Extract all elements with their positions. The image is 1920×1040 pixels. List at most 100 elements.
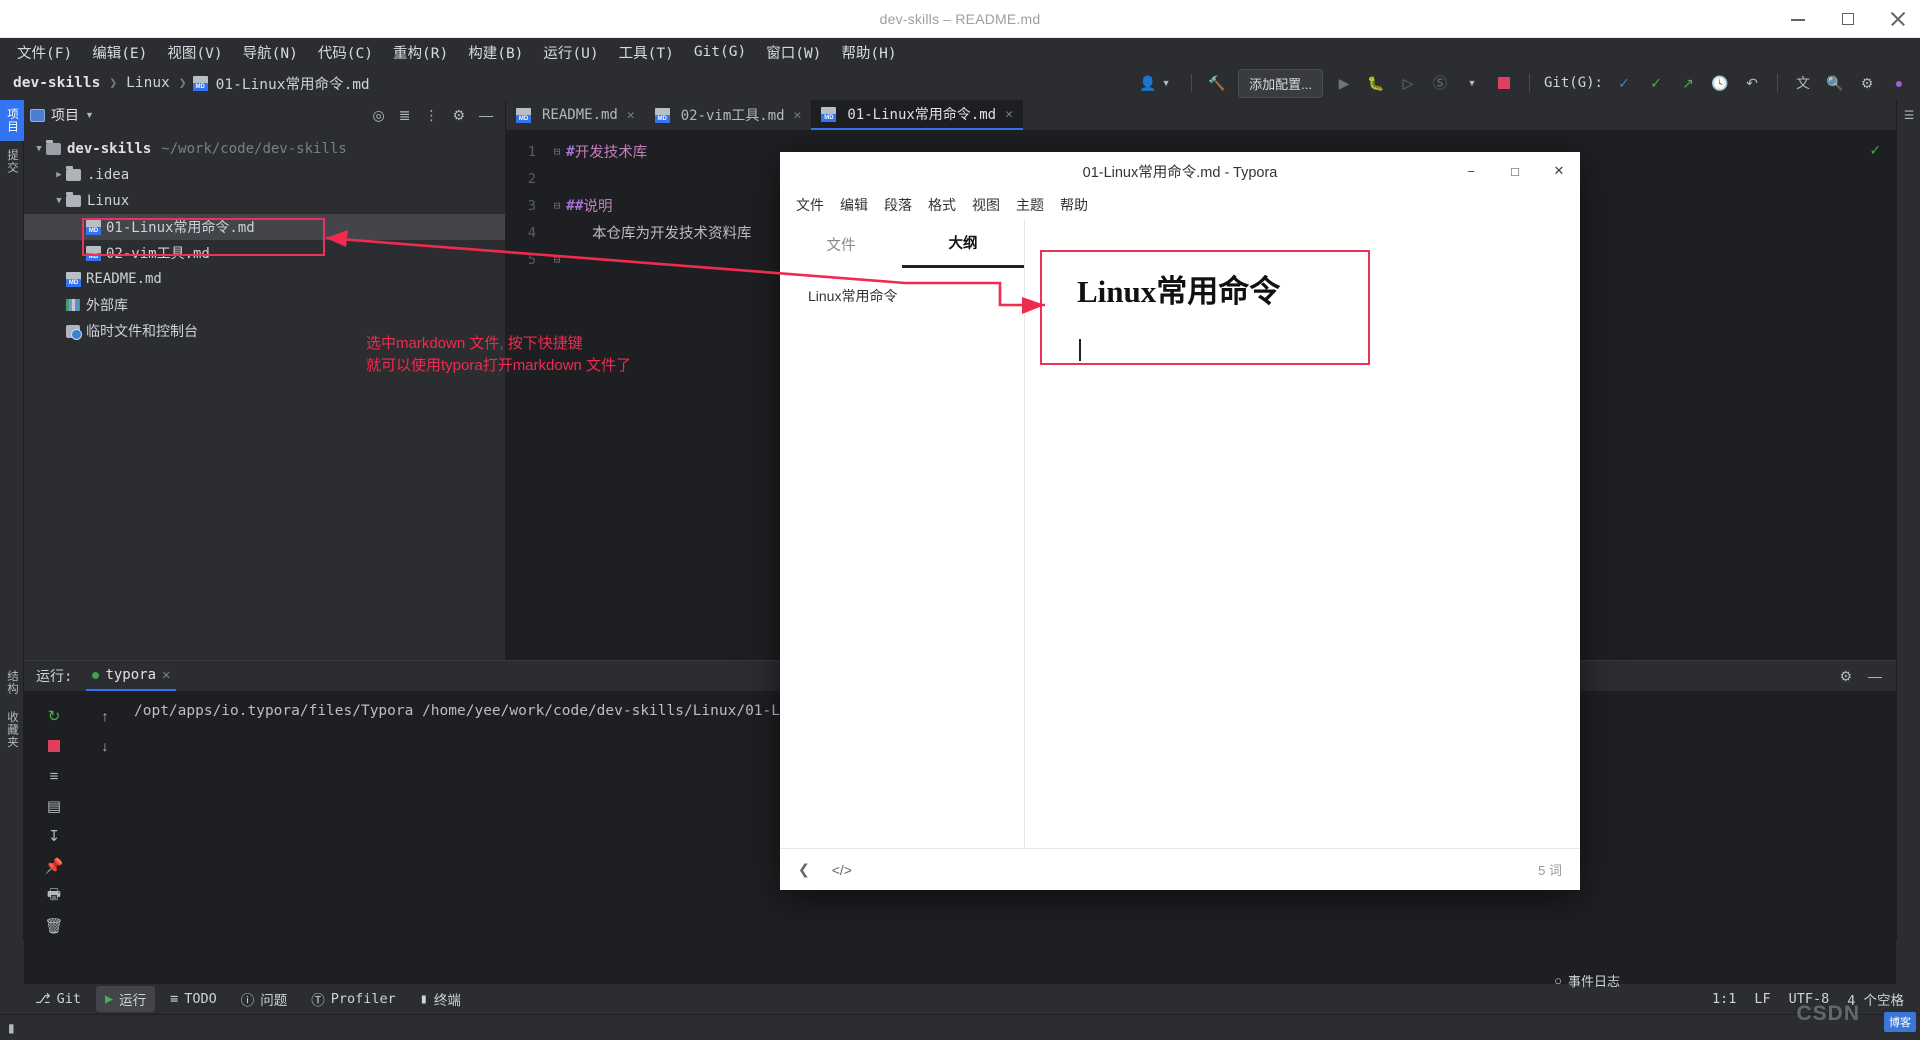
chevron-down-icon[interactable]: ▼ [1461,72,1483,94]
ide-logo-icon[interactable]: ● [1888,72,1910,94]
status-item-problems[interactable]: ⓘ 问题 [232,986,297,1012]
breadcrumb-item-folder[interactable]: Linux [123,75,173,91]
close-icon[interactable]: ✕ [1552,164,1566,178]
event-log-button[interactable]: ○ 事件日志 [1554,971,1620,990]
menu-edit[interactable]: 编辑(E) [83,39,156,66]
close-icon[interactable]: ✕ [162,667,170,683]
status-item-todo[interactable]: ≡ TODO [161,988,226,1010]
status-item-terminal[interactable]: ▮ 终端 [411,986,470,1012]
fold-marker-icon[interactable]: ⊟ [548,145,566,158]
chevron-right-icon[interactable]: ▶ [52,170,66,180]
expand-all-icon[interactable]: ≣ [399,107,411,124]
tree-node-01-linux-md[interactable]: MD 01-Linux常用命令.md [24,214,505,240]
status-item-git[interactable]: ⎇ Git [26,988,90,1010]
menu-git[interactable]: Git(G) [685,41,755,63]
run-configuration-button[interactable]: 添加配置... [1238,69,1323,98]
tab-02-vim-md[interactable]: MD 02-vim工具.md ✕ [645,100,812,130]
git-rollback-icon[interactable]: ↶ [1741,72,1763,94]
tree-node-02-vim-md[interactable]: MD 02-vim工具.md [24,240,505,266]
debug-icon[interactable]: 🐛 [1365,72,1387,94]
tree-node-external-libraries[interactable]: 外部库 [24,292,505,318]
profiler-icon[interactable]: Ⓢ [1429,72,1451,94]
settings-gear-icon[interactable]: ⚙ [1856,72,1878,94]
inspection-status-icon[interactable]: ✓ [1870,140,1880,159]
run-with-coverage-icon[interactable]: ▷ [1397,72,1419,94]
terminal-icon[interactable]: ▮ [8,1021,15,1035]
search-icon[interactable]: 🔍 [1824,72,1846,94]
typora-menu-help[interactable]: 帮助 [1060,195,1088,215]
typora-menu-theme[interactable]: 主题 [1016,195,1044,215]
sidebar-item-structure[interactable]: 结构 [0,662,24,703]
chevron-down-icon[interactable]: ▼ [1155,72,1177,94]
git-commit-icon[interactable]: ✓ [1645,72,1667,94]
menu-file[interactable]: 文件(F) [8,39,81,66]
tree-node-dev-skills[interactable]: ▼ dev-skills ~/work/code/dev-skills [24,136,505,162]
menu-code[interactable]: 代码(C) [309,39,382,66]
collapse-all-icon[interactable]: ⋮ [424,107,438,124]
chevron-left-icon[interactable]: ❮ [798,861,810,878]
chevron-down-icon[interactable]: ▼ [32,144,46,154]
sidebar-item-commit[interactable]: 提交 [0,141,24,182]
tab-readme-md[interactable]: MD README.md ✕ [506,100,645,130]
run-tab-typora[interactable]: typora ✕ [86,661,176,691]
sidebar-item-project[interactable]: 项目 [0,100,24,141]
menu-window[interactable]: 窗口(W) [757,39,830,66]
hide-icon[interactable]: — [479,107,493,123]
typora-menu-format[interactable]: 格式 [928,195,956,215]
pin-icon[interactable]: 📌 [41,851,67,881]
source-code-icon[interactable]: </> [832,862,852,878]
menu-tools[interactable]: 工具(T) [610,39,683,66]
scroll-to-end-icon[interactable]: ↧ [41,821,67,851]
line-separator[interactable]: LF [1754,991,1770,1007]
menu-navigate[interactable]: 导航(N) [234,39,307,66]
menu-build[interactable]: 构建(B) [459,39,532,66]
rerun-icon[interactable]: ↻ [41,701,67,731]
typora-outline-item[interactable]: Linux常用命令 [780,268,1024,306]
close-icon[interactable] [1890,11,1906,27]
maximize-icon[interactable] [1840,11,1856,27]
menu-view[interactable]: 视图(V) [158,39,231,66]
print-icon[interactable]: 🖶 [41,881,67,911]
settings-gear-icon[interactable]: ⚙ [1839,668,1852,685]
typora-menu-edit[interactable]: 编辑 [840,195,868,215]
translate-icon[interactable]: 文 [1792,72,1814,94]
hide-icon[interactable]: — [1868,668,1882,685]
typora-tab-outline[interactable]: 大纲 [902,220,1024,268]
git-update-icon[interactable]: ✓ [1613,72,1635,94]
hammer-build-icon[interactable]: 🔨 [1206,72,1228,94]
settings-gear-icon[interactable]: ⚙ [452,107,465,124]
minimize-icon[interactable]: − [1464,164,1478,178]
print-icon[interactable]: ▤ [41,791,67,821]
scroll-from-source-icon[interactable]: ◎ [372,107,384,124]
scroll-down-icon[interactable]: ↓ [102,731,109,761]
status-item-profiler[interactable]: Ⓣ Profiler [302,986,405,1012]
git-push-icon[interactable]: ↗ [1677,72,1699,94]
typora-menu-file[interactable]: 文件 [796,195,824,215]
trash-icon[interactable]: 🗑 [41,911,67,941]
tree-node-idea[interactable]: ▶ .idea [24,162,505,188]
stop-icon[interactable] [1493,72,1515,94]
typora-document-area[interactable]: Linux常用命令 [1025,220,1580,848]
typora-tab-files[interactable]: 文件 [780,220,902,268]
tab-01-linux-md[interactable]: MD 01-Linux常用命令.md ✕ [811,100,1023,130]
close-icon[interactable]: ✕ [627,108,635,123]
fold-marker-icon[interactable]: ⊟ [548,199,566,212]
close-icon[interactable]: ✕ [1005,107,1013,122]
scroll-up-icon[interactable]: ↑ [102,701,109,731]
chevron-down-icon[interactable]: ▼ [52,196,66,206]
tree-node-readme-md[interactable]: MD README.md [24,266,505,292]
sidebar-item-notifications[interactable]: ☰ [1897,100,1919,131]
caret-position[interactable]: 1:1 [1712,991,1736,1007]
run-icon[interactable]: ▶ [1333,72,1355,94]
status-item-run[interactable]: ▶ 运行 [96,986,155,1012]
sidebar-item-bookmarks[interactable]: 收藏夹 [0,703,24,757]
menu-help[interactable]: 帮助(H) [832,39,905,66]
menu-run[interactable]: 运行(U) [534,39,607,66]
maximize-icon[interactable]: □ [1508,164,1522,178]
stop-icon[interactable] [41,731,67,761]
chevron-down-icon[interactable]: ▼ [85,110,94,120]
menu-refactor[interactable]: 重构(R) [384,39,457,66]
tree-node-linux[interactable]: ▼ Linux [24,188,505,214]
wrap-text-icon[interactable]: ≡ [41,761,67,791]
minimize-icon[interactable] [1790,11,1806,27]
